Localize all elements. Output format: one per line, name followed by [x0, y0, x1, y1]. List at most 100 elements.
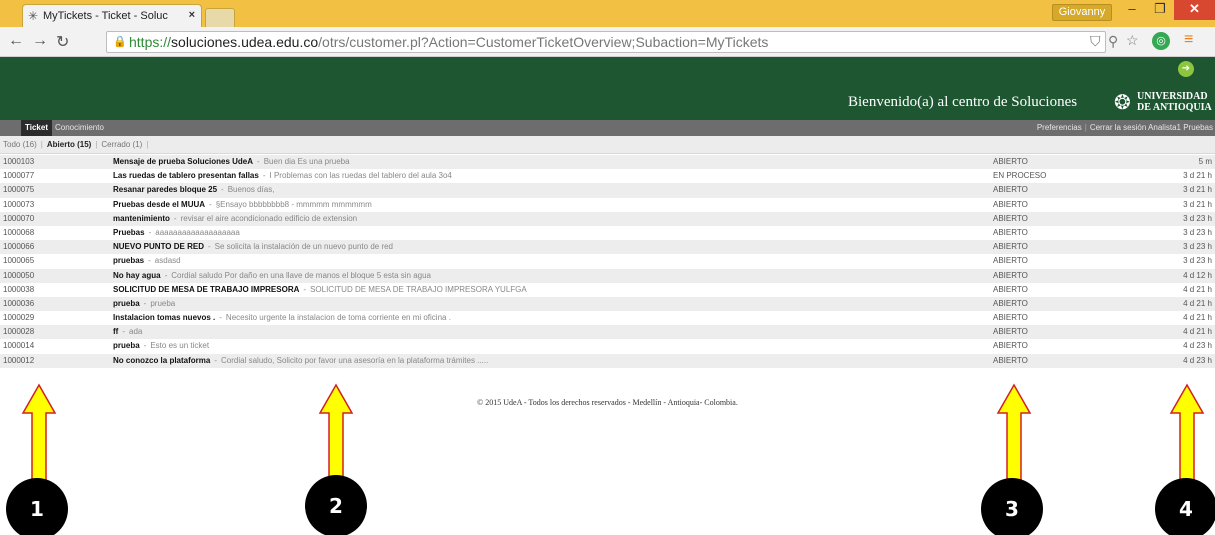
ticket-number[interactable]: 1000050 [3, 269, 34, 283]
table-row[interactable]: 1000077 Las ruedas de tablero presentan … [0, 169, 1215, 184]
annotation-arrow-1 [21, 383, 57, 482]
lock-icon: 🔒 [113, 36, 127, 48]
ticket-title[interactable]: NUEVO PUNTO DE RED - Se solicita la instal… [113, 240, 973, 254]
zoom-icon[interactable]: ⚲ [1108, 33, 1118, 50]
ticket-title[interactable]: prueba - prueba [113, 297, 973, 311]
minimize-icon[interactable]: – [1118, 0, 1146, 20]
browser-user-badge[interactable]: Giovanny [1052, 4, 1112, 21]
ticket-number[interactable]: 1000073 [3, 198, 34, 212]
table-row[interactable]: 1000065 pruebas - asdasd ABIERTO 3 d 23 h [0, 254, 1215, 269]
table-row[interactable]: 1000029 Instalacion tomas nuevos . - Neces… [0, 311, 1215, 326]
ticket-number[interactable]: 1000038 [3, 283, 34, 297]
menu-hamburger-icon[interactable]: ≡ [1184, 31, 1193, 49]
ticket-title[interactable]: mantenimiento - revisar el aire acondicion… [113, 212, 973, 226]
ticket-age: 3 d 23 h [1183, 256, 1212, 266]
table-row[interactable]: 1000038 SOLICITUD DE MESA DE TRABAJO IMP… [0, 282, 1215, 297]
ticket-number[interactable]: 1000103 [3, 155, 34, 169]
welcome-text: Bienvenido(a) al centro de Soluciones [848, 94, 1078, 110]
ticket-state: ABIERTO [993, 213, 1028, 223]
browser-tab[interactable]: ✳ MyTickets - Ticket - Soluc × [22, 4, 202, 27]
bookmark-star-icon[interactable]: ☆ [1126, 32, 1139, 49]
ticket-title[interactable]: ff - ada [113, 325, 973, 339]
forward-arrow-icon[interactable]: → [32, 32, 48, 50]
preferences-link[interactable]: Preferencias [1037, 123, 1082, 132]
logout-link[interactable]: Cerrar la sesión Analista1 Pruebas [1090, 123, 1213, 132]
ticket-title[interactable]: Mensaje de prueba Soluciones UdeA - Buen d… [113, 155, 973, 169]
ticket-body-preview: §Ensayo bbbbbbbb8 - mmmmm mmmmmm [215, 199, 372, 209]
table-row[interactable]: 1000014 prueba - Esto es un ticket ABIERTO… [0, 339, 1215, 354]
address-bar[interactable]: 🔒 https://soluciones.udea.edu.co/otrs/cu… [106, 31, 1106, 53]
ticket-number[interactable]: 1000070 [3, 212, 34, 226]
table-row[interactable]: 1000066 NUEVO PUNTO DE RED - Se solicita l… [0, 240, 1215, 255]
back-arrow-icon[interactable]: ← [8, 32, 24, 50]
url-path: /otrs/customer.pl?Action=CustomerTicketO… [318, 34, 769, 50]
ticket-number[interactable]: 1000077 [3, 169, 34, 183]
shield-icon[interactable]: ⛉ [1090, 33, 1101, 50]
close-window-icon[interactable]: ✕ [1174, 0, 1215, 20]
ticket-body-preview: Esto es un ticket [150, 341, 210, 351]
table-row[interactable]: 1000012 No conozco la plataforma - Cordial… [0, 353, 1215, 368]
ticket-age: 3 d 21 h [1183, 171, 1212, 181]
ticket-number[interactable]: 1000014 [3, 339, 34, 353]
ticket-number[interactable]: 1000029 [3, 311, 34, 325]
ticket-subject[interactable]: SOLICITUD DE MESA DE TRABAJO IMPRESORA [113, 285, 299, 294]
filter-open[interactable]: Abierto (15) [47, 140, 91, 149]
ticket-subject[interactable]: No conozco la plataforma [113, 356, 210, 365]
ticket-title[interactable]: No conozco la plataforma - Cordial saludo,… [113, 354, 973, 368]
ticket-title[interactable]: Instalacion tomas nuevos . - Necesito urge… [113, 311, 973, 325]
ticket-subject[interactable]: Resanar paredes bloque 25 [113, 185, 217, 194]
ticket-title[interactable]: prueba - Esto es un ticket [113, 339, 973, 353]
extension-icon[interactable]: ◎ [1152, 32, 1170, 50]
maximize-icon[interactable]: ❐ [1146, 0, 1174, 20]
title-separator: - [207, 242, 211, 252]
logo-line-2: DE ANTIOQUIA [1137, 102, 1212, 113]
ticket-state: ABIERTO [993, 284, 1028, 294]
ticket-age: 3 d 23 h [1183, 242, 1212, 252]
ticket-subject[interactable]: Mensaje de prueba Soluciones UdeA [113, 157, 253, 166]
filter-closed[interactable]: Cerrado (1) [101, 140, 142, 149]
ticket-title[interactable]: Pruebas desde el MUUA - §Ensayo bbbbbbbb8 … [113, 198, 973, 212]
ticket-subject[interactable]: ff [113, 327, 118, 336]
ticket-body-preview: SOLICITUD DE MESA DE TRABAJO IMPRESORA Y… [310, 284, 527, 294]
table-row[interactable]: 1000068 Pruebas - aaaaaaaaaaaaaaaaaaa ABIE… [0, 225, 1215, 241]
table-row[interactable]: 1000036 prueba - prueba ABIERTO 4 d 21 h [0, 296, 1215, 312]
ticket-title[interactable]: Las ruedas de tablero presentan fallas - I… [113, 169, 973, 183]
ticket-subject[interactable]: Instalacion tomas nuevos . [113, 313, 215, 322]
ticket-number[interactable]: 1000066 [3, 240, 34, 254]
ticket-subject[interactable]: NUEVO PUNTO DE RED [113, 242, 204, 251]
ticket-title[interactable]: SOLICITUD DE MESA DE TRABAJO IMPRESORA - S… [113, 283, 973, 297]
ticket-subject[interactable]: Las ruedas de tablero presentan fallas [113, 171, 259, 180]
ticket-state: ABIERTO [993, 157, 1028, 166]
new-tab-button[interactable] [205, 8, 235, 27]
ticket-number[interactable]: 1000065 [3, 254, 34, 268]
logout-icon[interactable]: ➜ [1178, 61, 1194, 77]
ticket-number[interactable]: 1000075 [3, 183, 34, 197]
ticket-number[interactable]: 1000028 [3, 325, 34, 339]
table-row[interactable]: 1000103 Mensaje de prueba Soluciones Ude… [0, 155, 1215, 170]
reload-icon[interactable]: ↻ [56, 32, 69, 52]
ticket-subject[interactable]: No hay agua [113, 271, 161, 280]
table-row[interactable]: 1000070 mantenimiento - revisar el aire ac… [0, 211, 1215, 226]
ticket-title[interactable]: pruebas - asdasd [113, 254, 973, 268]
ticket-title[interactable]: Resanar paredes bloque 25- Buenos días, [113, 183, 973, 197]
ticket-title[interactable]: Pruebas - aaaaaaaaaaaaaaaaaaa [113, 226, 973, 240]
table-row[interactable]: 1000028 ff - ada ABIERTO 4 d 21 h [0, 325, 1215, 340]
ticket-number[interactable]: 1000036 [3, 297, 34, 311]
filter-all[interactable]: Todo (16) [3, 140, 37, 149]
table-row[interactable]: 1000073 Pruebas desde el MUUA - §Ensayo bb… [0, 197, 1215, 212]
ticket-number[interactable]: 1000012 [3, 354, 34, 368]
ticket-title[interactable]: No hay agua - Cordial saludo Por daño en u… [113, 269, 973, 283]
table-row[interactable]: 1000075 Resanar paredes bloque 25- Buenos… [0, 183, 1215, 198]
ticket-subject[interactable]: prueba [113, 299, 140, 308]
tab-close-icon[interactable]: × [189, 9, 195, 21]
table-row[interactable]: 1000050 No hay agua - Cordial saludo Por d… [0, 268, 1215, 283]
ticket-subject[interactable]: pruebas [113, 256, 144, 265]
ticket-state: ABIERTO [993, 185, 1028, 195]
ticket-subject[interactable]: Pruebas desde el MUUA [113, 200, 205, 209]
ticket-subject[interactable]: mantenimiento [113, 214, 170, 223]
ticket-subject[interactable]: prueba [113, 341, 140, 350]
menu-item-conocimiento[interactable]: Conocimiento [51, 120, 108, 136]
ticket-number[interactable]: 1000068 [3, 226, 34, 240]
ticket-subject[interactable]: Pruebas [113, 228, 145, 237]
menu-item-ticket[interactable]: Ticket [21, 120, 52, 136]
